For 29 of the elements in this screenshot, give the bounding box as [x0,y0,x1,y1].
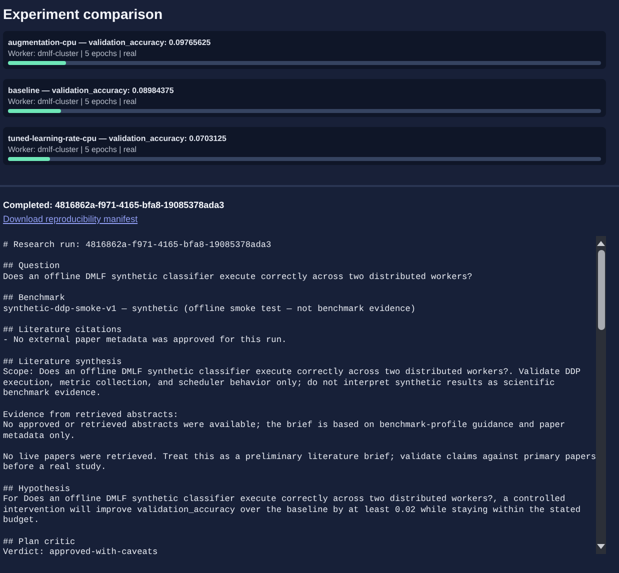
report-line: intervention will improve validation_accuracy over the baseline by at least 0.02 while staying within the stated [3,504,581,516]
report-line: ## Literature synthesis [3,356,122,368]
report-line: before a real study. [3,462,106,474]
report-line: # Research run: 4816862a-f971-4165-bfa8-19085378ada3 [3,240,272,251]
report-line: synthetic-ddp-smoke-v1 — synthetic (offline smoke test — not benchmark evidence) [3,304,416,314]
download-link[interactable]: Download reproducibility manifest [3,213,138,225]
report-line: Evidence from retrieved abstracts: [3,410,178,420]
scrollbar[interactable] [596,236,606,554]
report-line: benchmark evidence. [3,388,101,399]
completion-status: Completed: 4816862a-f971-4165-bfa8-19085378ada3 [3,199,224,211]
report-line: metadata only. [3,430,76,442]
report-line: ## Question [3,261,60,272]
report-line: budget. [3,515,40,526]
scroll-up-icon[interactable] [596,239,606,247]
report-line: ## Plan critic [3,536,76,548]
scroll-down-icon[interactable] [596,543,606,551]
report-line: ## Benchmark [3,292,65,304]
report-line: execution, metric collection, and scheduler behavior only; do not interpret synthetic results as scientific [3,378,555,388]
report-line: No approved or retrieved abstracts were available; the brief is based on benchmark-profile guidance and paper [3,420,566,431]
report-line: Verdict: approved-with-caveats [3,547,158,558]
scrollbar-thumb[interactable] [598,250,605,330]
report-line: ## Hypothesis [3,484,70,494]
report-line: For Does an offline DMLF synthetic classifier execute correctly across two distributed workers?, a controlled [3,494,566,505]
report-line: Does an offline DMLF synthetic classifier execute correctly across two distributed workers? [3,272,472,282]
report-line: No live papers were retrieved. Treat this as a preliminary literature brief; validate claims against primary papers [3,452,596,462]
report-line: Scope: Does an offline DMLF synthetic classifier execute correctly across two distributed workers?. Validate DDP [3,367,581,378]
report-line: ## Literature citations [3,324,122,336]
report-line: - No external paper metadata was approved for this run. [3,335,287,346]
page-title: Experiment comparison [3,5,162,23]
